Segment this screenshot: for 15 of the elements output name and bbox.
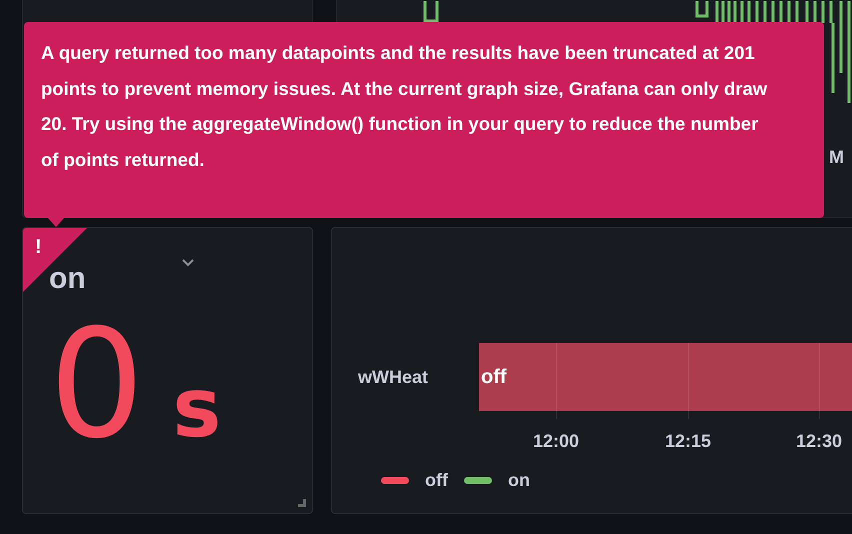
axis-tick: 12:15 (664, 430, 712, 453)
axis-tick: 12:00 (532, 430, 580, 453)
stat-value: 0 (49, 310, 144, 460)
tooltip-message: A query returned too many datapoints and the results have been truncated at 201 points to prevent memory issues. At the current graph size, Grafana can only draw 20. Try using the aggregateWindow() function in your query to reduce the number of points returned. (41, 41, 768, 172)
legend-label[interactable]: on (508, 466, 530, 494)
axis-tick: 12:30 (796, 430, 842, 453)
alert-icon: ! (35, 233, 42, 261)
stat-unit: s (172, 368, 222, 450)
row-label: wWHeat (357, 366, 430, 389)
state-text: off (481, 365, 507, 390)
resize-handle-icon[interactable] (298, 499, 306, 507)
legend-label[interactable]: off (425, 466, 448, 494)
axis-label: M (829, 146, 844, 169)
chevron-down-icon[interactable] (181, 258, 195, 268)
panel-title: on (49, 261, 86, 297)
